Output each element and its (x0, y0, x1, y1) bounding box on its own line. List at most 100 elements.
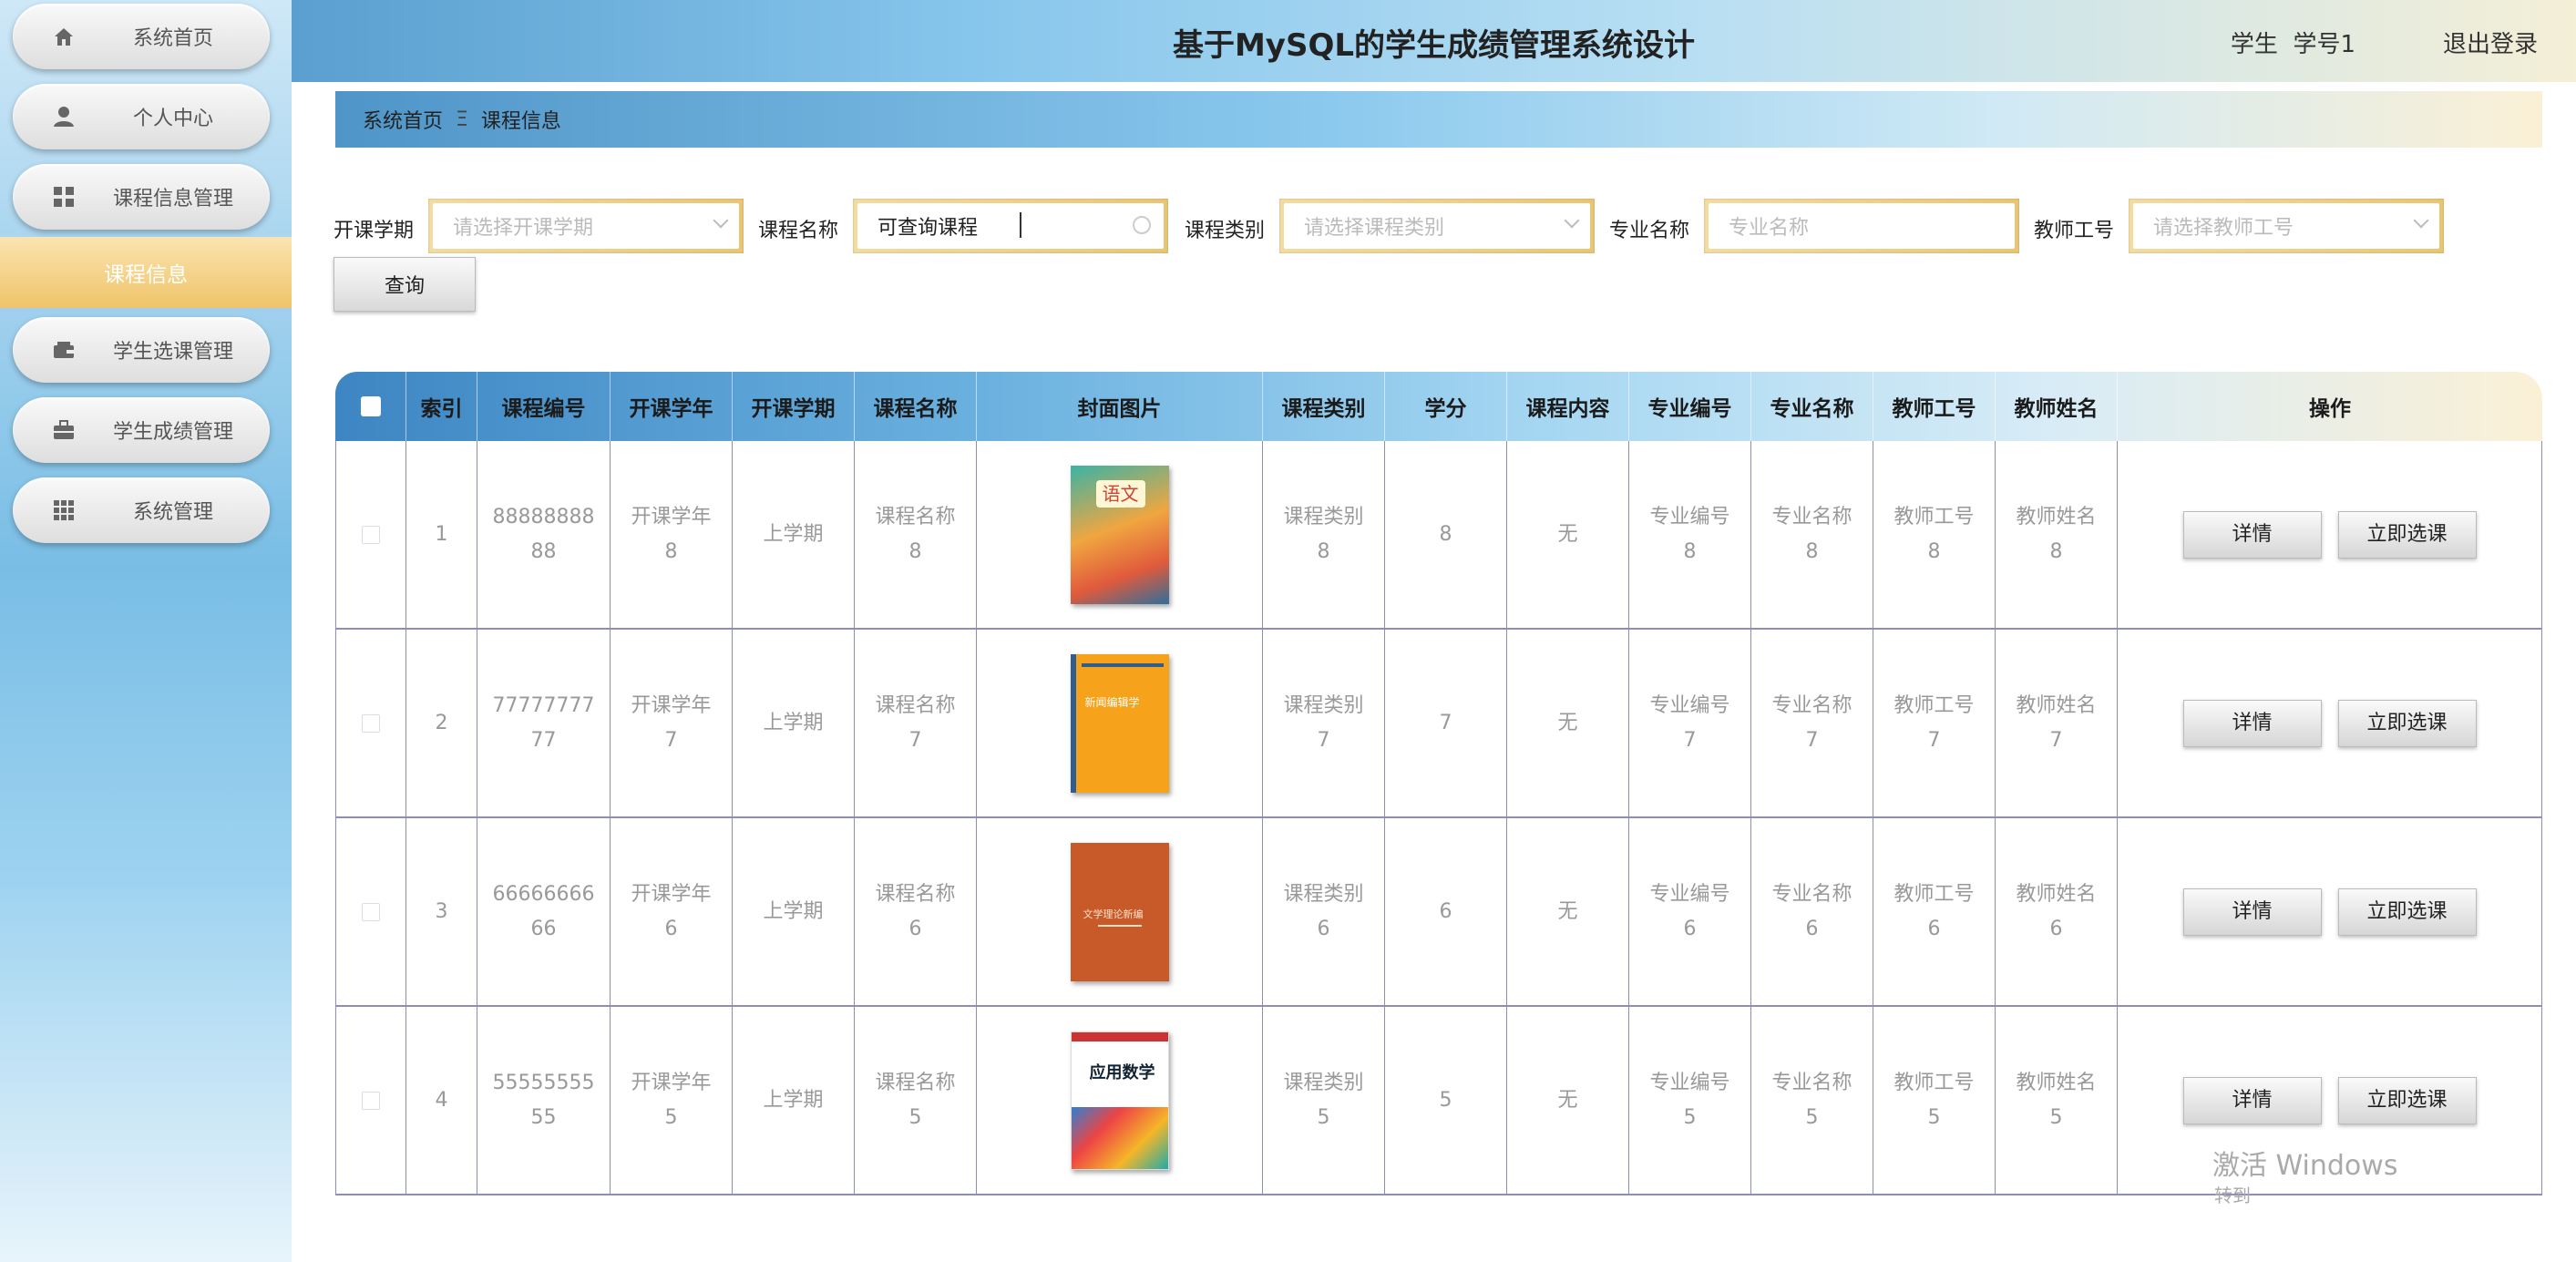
breadcrumb-home[interactable]: 系统首页 (363, 105, 443, 134)
table-cell: 课程名称 8 (855, 441, 977, 628)
cover-title: 语文 (1095, 479, 1145, 508)
cell-major-name: 专业名称 7 (1771, 693, 1852, 752)
cover-image: 语文 (1070, 465, 1169, 604)
cell-teacher-no: 教师工号 5 (1894, 1071, 1975, 1129)
cell-year: 开课学年 6 (631, 882, 712, 940)
sidebar-item-system-mgmt[interactable]: 系统管理 (13, 477, 270, 543)
col-header: 课程内容 (1507, 372, 1629, 441)
table-cell: 专业编号 8 (1629, 441, 1751, 628)
cell-teacher-name: 教师姓名 6 (2016, 882, 2097, 940)
col-header: 学分 (1385, 372, 1507, 441)
table-row: 3 66666666 66 开课学年 6 上学期 课程名称 6 文学理论新编 课程类别 6 6 无 专业编… (335, 818, 2542, 1007)
cell-index: 3 (435, 899, 448, 923)
chevron-down-icon (713, 212, 729, 229)
table-cell: 教师姓名 5 (1996, 1007, 2118, 1194)
course-type-select[interactable]: 请选择课程类别 (1279, 199, 1595, 253)
search-button[interactable]: 查询 (334, 257, 476, 312)
cover-title: 新闻编辑学 (1084, 695, 1140, 709)
current-user: 学生 学号1 (2230, 31, 2355, 58)
course-type-label: 课程类别 (1185, 220, 1266, 242)
semester-select[interactable]: 请选择开课学期 (428, 199, 744, 253)
table-cell: 88888888 88 (477, 441, 611, 628)
table-cell: 开课学年 5 (611, 1007, 733, 1194)
sidebar-item-grade-mgmt[interactable]: 学生成绩管理 (13, 397, 270, 463)
table-cell: 应用数学 (977, 1007, 1263, 1194)
select-course-button[interactable]: 立即选课 (2337, 1076, 2477, 1124)
row-checkbox[interactable] (362, 525, 380, 544)
row-checkbox[interactable] (362, 713, 380, 733)
user-icon (51, 104, 77, 129)
cell-content: 无 (1557, 899, 1578, 923)
semester-label: 开课学期 (334, 220, 415, 242)
table-cell: 上学期 (733, 818, 855, 1005)
major-name-placeholder: 专业名称 (1729, 217, 1810, 240)
apps-icon (51, 498, 77, 523)
cell-major-no: 专业编号 8 (1649, 505, 1730, 563)
cell-course-name: 课程名称 6 (875, 882, 956, 940)
sidebar-item-profile[interactable]: 个人中心 (13, 84, 270, 149)
teacher-no-select[interactable]: 请选择教师工号 (2129, 199, 2444, 253)
cover-image: 文学理论新编 (1070, 842, 1169, 981)
table-cell: 专业编号 6 (1629, 818, 1751, 1005)
select-course-button[interactable]: 立即选课 (2337, 888, 2477, 936)
cell-course-code: 77777777 77 (492, 693, 595, 752)
row-checkbox[interactable] (362, 1091, 380, 1110)
activation-watermark: 激活 Windows (2212, 1150, 2398, 1182)
table-cell: 上学期 (733, 1007, 855, 1194)
table-cell: 课程类别 8 (1263, 441, 1385, 628)
cell-year: 开课学年 8 (631, 505, 712, 563)
sidebar-subitem-course-info[interactable]: 课程信息 (0, 237, 292, 308)
detail-button[interactable]: 详情 (2182, 510, 2322, 559)
table-cell: 7 (1385, 630, 1507, 816)
table-cell: 文学理论新编 (977, 818, 1263, 1005)
table-cell: 专业编号 5 (1629, 1007, 1751, 1194)
breadcrumb-current: 课程信息 (480, 110, 561, 133)
sidebar-item-course-info-mgmt[interactable]: 课程信息管理 (13, 164, 270, 230)
cell-teacher-no: 教师工号 7 (1894, 693, 1975, 752)
cell-year: 开课学年 7 (631, 693, 712, 752)
table-cell: 教师工号 6 (1873, 818, 1996, 1005)
row-checkbox[interactable] (362, 902, 380, 921)
col-header: 封面图片 (977, 372, 1263, 441)
cell-term: 上学期 (763, 1088, 824, 1112)
table-cell: 新闻编辑学 (977, 630, 1263, 816)
table-row: 2 77777777 77 开课学年 7 上学期 课程名称 7 新闻编辑学 课程类别 7 7 无 专业编号… (335, 630, 2542, 818)
table-cell: 专业编号 7 (1629, 630, 1751, 816)
sidebar: 系统首页 个人中心 课程信息管理 课程信息 学生选课管理 学生成绩管理 系统管理 (0, 0, 292, 1262)
cell-year: 开课学年 5 (631, 1071, 712, 1129)
detail-button[interactable]: 详情 (2182, 1076, 2322, 1124)
cell-teacher-name: 教师姓名 8 (2016, 505, 2097, 563)
cell-major-no: 专业编号 7 (1649, 693, 1730, 752)
select-course-button[interactable]: 立即选课 (2337, 699, 2477, 747)
table-cell: 专业名称 6 (1751, 818, 1873, 1005)
table-cell (335, 818, 406, 1005)
select-all-checkbox[interactable] (360, 396, 381, 416)
sidebar-item-home[interactable]: 系统首页 (13, 4, 270, 69)
col-header: 专业名称 (1751, 372, 1873, 441)
detail-button[interactable]: 详情 (2182, 699, 2322, 747)
table-cell: 1 (406, 441, 477, 628)
table-cell: 语文 (977, 441, 1263, 628)
table-cell: 课程类别 7 (1263, 630, 1385, 816)
table-cell: 教师姓名 8 (1996, 441, 2118, 628)
table-cell: 课程名称 5 (855, 1007, 977, 1194)
major-name-input[interactable]: 专业名称 (1704, 199, 2019, 253)
major-name-label: 专业名称 (1609, 220, 1690, 242)
table-cell: 无 (1507, 630, 1629, 816)
table-cell: 教师工号 8 (1873, 441, 1996, 628)
breadcrumb: 系统首页 Ξ 课程信息 (335, 91, 2542, 148)
course-name-value: 可查询课程 (877, 217, 979, 240)
chevron-down-icon (1564, 212, 1580, 229)
select-course-button[interactable]: 立即选课 (2337, 510, 2477, 559)
table-cell: 6 (1385, 818, 1507, 1005)
table-cell: 详情 立即选课 (2118, 630, 2542, 816)
cell-major-name: 专业名称 5 (1771, 1071, 1852, 1129)
logout-link[interactable]: 退出登录 (2443, 26, 2538, 59)
select-all-cell (335, 372, 406, 441)
course-name-input[interactable]: 可查询课程 (853, 199, 1168, 253)
sidebar-item-course-selection[interactable]: 学生选课管理 (13, 317, 270, 383)
detail-button[interactable]: 详情 (2182, 888, 2322, 936)
cell-teacher-no: 教师工号 8 (1894, 505, 1975, 563)
table-cell: 开课学年 7 (611, 630, 733, 816)
clear-icon[interactable] (1133, 216, 1151, 234)
